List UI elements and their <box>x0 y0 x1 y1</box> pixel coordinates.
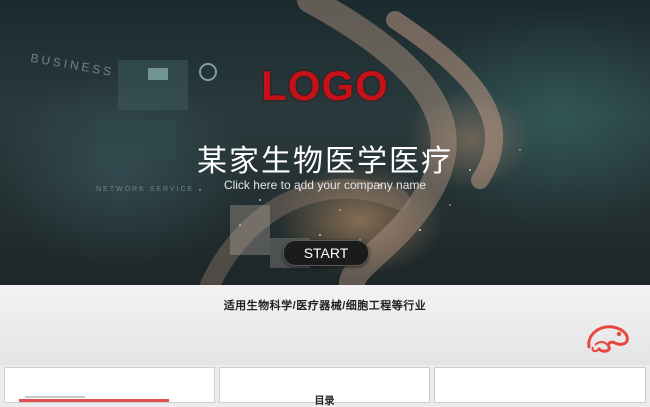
thumbnail-decoration <box>25 396 85 398</box>
logo: LOGO <box>261 62 389 109</box>
table-of-contents-label: 目录 <box>314 396 335 407</box>
chameleon-logo-icon <box>587 325 629 353</box>
slide-thumbnail-2[interactable]: 目录 <box>219 367 430 407</box>
slide-thumbnail-3[interactable] <box>434 367 646 403</box>
slide-thumbnail-1[interactable] <box>4 367 215 403</box>
industry-description: 适用生物科学/医疗器械/细胞工程等行业 <box>223 300 427 312</box>
company-name-placeholder[interactable]: Click here to add your company name <box>0 178 650 192</box>
page-title: 某家生物医学医疗 <box>197 144 453 179</box>
start-button[interactable]: START <box>283 240 369 266</box>
thumbnail-accent-bar <box>19 399 169 402</box>
